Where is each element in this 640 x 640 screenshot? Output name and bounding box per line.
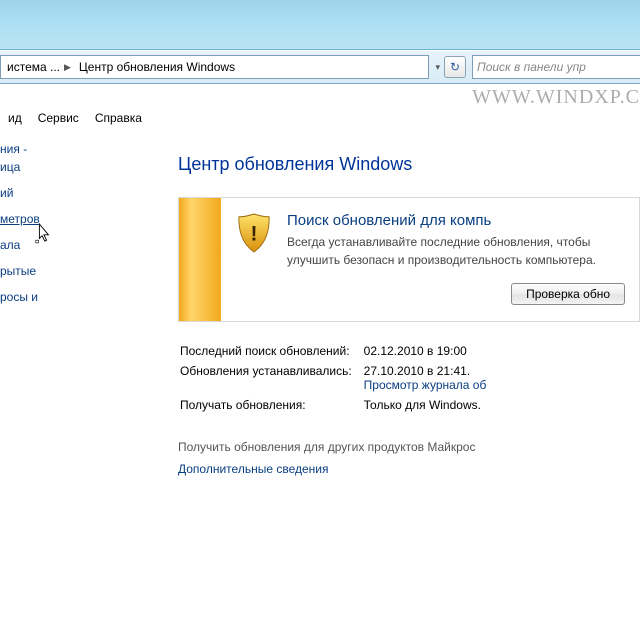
- main-content: Центр обновления Windows !: [150, 84, 640, 640]
- breadcrumb-segment[interactable]: истема ... ▶: [3, 56, 75, 78]
- breadcrumb[interactable]: истема ... ▶ Центр обновления Windows: [0, 55, 429, 79]
- watermark-text: WWW.WINDXP.C: [472, 86, 640, 109]
- view-history-link[interactable]: Просмотр журнала об: [364, 378, 487, 392]
- breadcrumb-label: Центр обновления Windows: [79, 60, 235, 74]
- status-description: Всегда устанавливайте последние обновлен…: [287, 233, 625, 269]
- more-info-link[interactable]: Дополнительные сведения: [178, 462, 640, 476]
- row-label: Получать обновления:: [180, 396, 362, 414]
- sidebar-link[interactable]: ала: [0, 232, 144, 258]
- sidebar-link-settings[interactable]: метров: [0, 206, 144, 232]
- search-input[interactable]: Поиск в панели упр: [472, 55, 640, 79]
- drop-arrow-icon[interactable]: ▾: [435, 62, 440, 73]
- shield-warning-icon: !: [235, 212, 273, 254]
- sidebar: ния - ица ий метров ала рытые росы и: [0, 84, 150, 640]
- breadcrumb-segment[interactable]: Центр обновления Windows: [75, 56, 239, 78]
- sidebar-link[interactable]: ий: [0, 180, 144, 206]
- table-row: Получать обновления: Только для Windows.: [180, 396, 496, 414]
- table-row: Обновления устанавливались: 27.10.2010 в…: [180, 362, 496, 394]
- status-table: Последний поиск обновлений: 02.12.2010 в…: [178, 340, 498, 432]
- refresh-button[interactable]: ↻: [444, 56, 466, 78]
- search-placeholder: Поиск в панели упр: [477, 60, 586, 74]
- status-panel: ! Поиск обновлений для компь Всегда уста…: [178, 197, 640, 322]
- window-glass-top: [0, 0, 640, 50]
- row-label: Последний поиск обновлений:: [180, 342, 362, 360]
- sidebar-link[interactable]: рытые: [0, 258, 144, 284]
- menu-item-tools[interactable]: Сервис: [32, 109, 85, 127]
- chevron-right-icon: ▶: [64, 62, 71, 73]
- other-products-text: Получить обновления для других продуктов…: [178, 440, 640, 454]
- breadcrumb-label: истема ...: [7, 60, 60, 74]
- row-value: 27.10.2010 в 21:41.: [364, 364, 470, 378]
- menu-item-help[interactable]: Справка: [89, 109, 148, 127]
- sidebar-link[interactable]: росы и: [0, 284, 144, 310]
- svg-text:!: !: [251, 223, 258, 246]
- refresh-icon: ↻: [450, 60, 460, 74]
- page-title: Центр обновления Windows: [178, 154, 640, 175]
- row-value: Только для Windows.: [364, 396, 497, 414]
- status-stripe: [179, 198, 221, 321]
- row-label: Обновления устанавливались:: [180, 362, 362, 394]
- table-row: Последний поиск обновлений: 02.12.2010 в…: [180, 342, 496, 360]
- check-updates-button[interactable]: Проверка обно: [511, 283, 625, 305]
- nav-buttons: ▾ ↻: [435, 55, 466, 79]
- row-value: 02.12.2010 в 19:00: [364, 342, 497, 360]
- cursor-hover-icon: [34, 222, 52, 244]
- status-title: Поиск обновлений для компь: [287, 212, 625, 229]
- address-bar: истема ... ▶ Центр обновления Windows ▾ …: [0, 50, 640, 84]
- sidebar-link[interactable]: ния - ица: [0, 136, 144, 180]
- menu-bar: ид Сервис Справка: [0, 105, 148, 131]
- menu-item-view[interactable]: ид: [2, 109, 28, 127]
